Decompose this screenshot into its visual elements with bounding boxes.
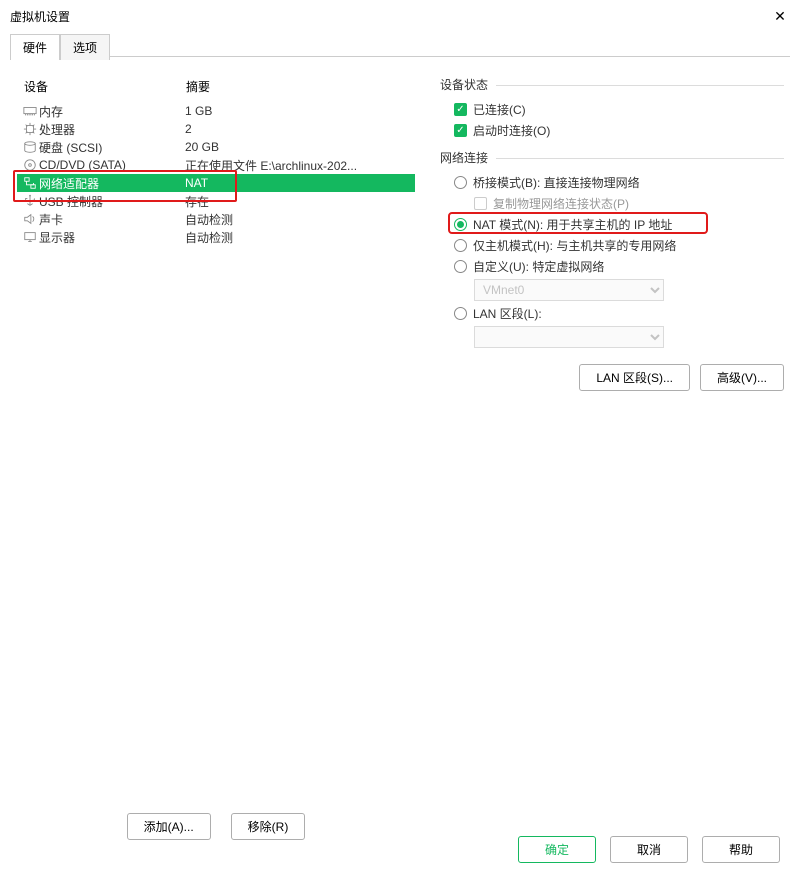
lan-segments-button[interactable]: LAN 区段(S)... — [579, 364, 690, 391]
device-summary: 自动检测 — [185, 211, 411, 228]
connect-at-power-label: 启动时连接(O) — [473, 122, 550, 139]
replicate-checkbox — [474, 197, 487, 210]
device-name: 网络适配器 — [39, 175, 185, 192]
display-icon — [21, 230, 39, 244]
column-summary: 摘要 — [186, 78, 210, 95]
ok-button[interactable]: 确定 — [518, 836, 596, 863]
dialog-footer: 确定 取消 帮助 — [0, 836, 800, 863]
device-name: 内存 — [39, 103, 185, 120]
custom-label: 自定义(U): 特定虚拟网络 — [473, 258, 604, 275]
memory-icon — [21, 104, 39, 118]
replicate-label: 复制物理网络连接状态(P) — [493, 195, 629, 212]
usb-icon — [21, 194, 39, 208]
device-header: 设备 摘要 — [16, 70, 416, 101]
network-connection-group: 网络连接 桥接模式(B): 直接连接物理网络 复制物理网络连接状态(P) NAT… — [440, 149, 784, 348]
connected-checkbox[interactable]: ✓ — [454, 103, 467, 116]
device-name: 显示器 — [39, 229, 185, 246]
tab-options[interactable]: 选项 — [60, 34, 110, 60]
connect-at-power-checkbox[interactable]: ✓ — [454, 124, 467, 137]
custom-radio[interactable] — [454, 260, 467, 273]
device-summary: 1 GB — [185, 104, 411, 118]
network-legend: 网络连接 — [440, 149, 784, 166]
bridged-label: 桥接模式(B): 直接连接物理网络 — [473, 174, 640, 191]
tab-hardware[interactable]: 硬件 — [10, 34, 60, 60]
sound-icon — [21, 212, 39, 226]
nat-radio[interactable] — [454, 218, 467, 231]
device-name: CD/DVD (SATA) — [39, 158, 185, 172]
window-title: 虚拟机设置 — [10, 8, 70, 25]
status-legend: 设备状态 — [440, 76, 784, 93]
lan-segment-select — [474, 326, 664, 348]
hostonly-radio[interactable] — [454, 239, 467, 252]
device-row-sound[interactable]: 声卡自动检测 — [17, 210, 415, 228]
nat-label: NAT 模式(N): 用于共享主机的 IP 地址 — [473, 216, 672, 233]
close-icon[interactable]: ✕ — [768, 4, 792, 28]
device-row-display[interactable]: 显示器自动检测 — [17, 228, 415, 246]
device-summary: 2 — [185, 122, 411, 136]
connected-label: 已连接(C) — [473, 101, 526, 118]
device-summary: 存在 — [185, 193, 411, 210]
disk-icon — [21, 140, 39, 154]
advanced-button[interactable]: 高级(V)... — [700, 364, 784, 391]
device-name: 处理器 — [39, 121, 185, 138]
device-list: 内存1 GB处理器2硬盘 (SCSI)20 GBCD/DVD (SATA)正在使… — [16, 101, 416, 803]
device-summary: 20 GB — [185, 140, 411, 154]
bridged-radio[interactable] — [454, 176, 467, 189]
titlebar: 虚拟机设置 ✕ — [0, 0, 800, 32]
network-icon — [21, 176, 39, 190]
custom-network-select: VMnet0 — [474, 279, 664, 301]
lan-segment-label: LAN 区段(L): — [473, 305, 542, 322]
device-row-cd[interactable]: CD/DVD (SATA)正在使用文件 E:\archlinux-202... — [17, 156, 415, 174]
hostonly-label: 仅主机模式(H): 与主机共享的专用网络 — [473, 237, 676, 254]
device-summary: 自动检测 — [185, 229, 411, 246]
device-name: 声卡 — [39, 211, 185, 228]
device-summary: 正在使用文件 E:\archlinux-202... — [185, 157, 411, 174]
device-row-disk[interactable]: 硬盘 (SCSI)20 GB — [17, 138, 415, 156]
cd-icon — [21, 158, 39, 172]
device-row-memory[interactable]: 内存1 GB — [17, 102, 415, 120]
device-name: USB 控制器 — [39, 193, 185, 210]
column-device: 设备 — [20, 78, 186, 95]
device-summary: NAT — [185, 176, 411, 190]
cpu-icon — [21, 122, 39, 136]
device-row-cpu[interactable]: 处理器2 — [17, 120, 415, 138]
lan-segment-radio[interactable] — [454, 307, 467, 320]
cancel-button[interactable]: 取消 — [610, 836, 688, 863]
help-button[interactable]: 帮助 — [702, 836, 780, 863]
device-status-group: 设备状态 ✓ 已连接(C) ✓ 启动时连接(O) — [440, 76, 784, 139]
device-name: 硬盘 (SCSI) — [39, 139, 185, 156]
device-row-network[interactable]: 网络适配器NAT — [17, 174, 415, 192]
device-row-usb[interactable]: USB 控制器存在 — [17, 192, 415, 210]
